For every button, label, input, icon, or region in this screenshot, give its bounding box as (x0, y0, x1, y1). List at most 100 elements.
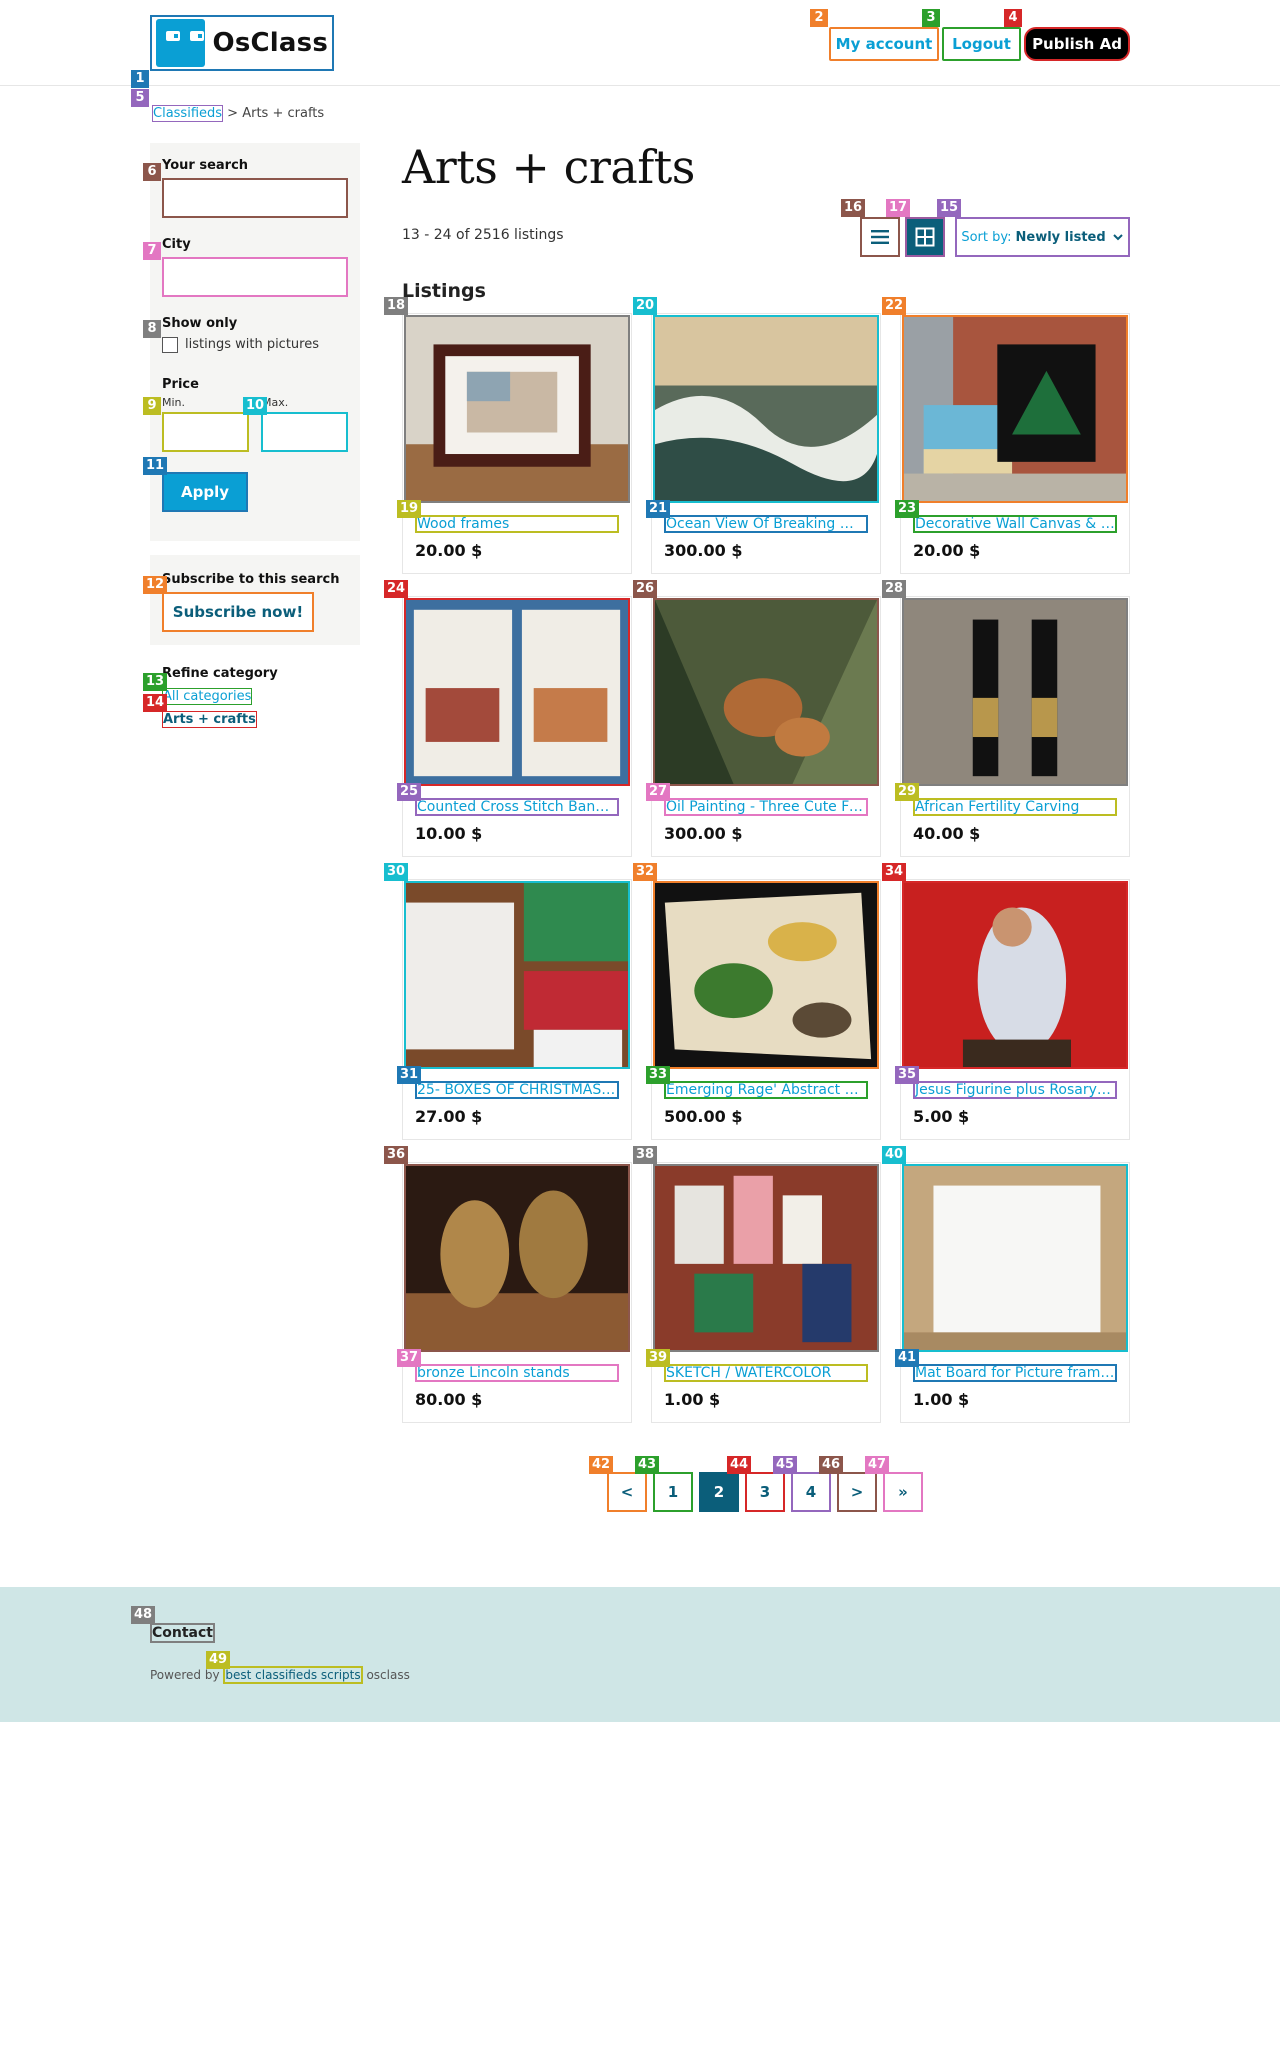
marker-badge: 46 (819, 1456, 844, 1474)
listing-price: 500.00 $ (664, 1107, 743, 1126)
listing-image[interactable] (404, 598, 630, 786)
price-max-input[interactable] (261, 412, 348, 452)
result-count: 13 - 24 of 2516 listings (402, 227, 564, 243)
all-categories-link[interactable]: All categories (162, 688, 253, 705)
pagination-page-3[interactable]: 3 (745, 1472, 785, 1512)
breadcrumb-separator: > (227, 106, 239, 121)
grid-view-button[interactable] (905, 217, 945, 257)
pictures-only-label: listings with pictures (185, 337, 319, 352)
listing-title-link[interactable]: SKETCH / WATERCOLOR (664, 1364, 868, 1382)
marker-badge: 47 (865, 1456, 890, 1474)
subscribe-title: Subscribe to this search (162, 572, 340, 587)
marker-badge: 19 (397, 500, 422, 518)
sort-value: Newly listed (1015, 229, 1106, 245)
listing-title-link[interactable]: 25- BOXES OF CHRISTMAS CARDS (415, 1081, 619, 1099)
marker-badge: 14 (143, 694, 168, 712)
pictures-only-checkbox[interactable] (162, 337, 178, 353)
listing-image[interactable] (404, 1164, 630, 1352)
marker-badge: 2 (810, 9, 828, 27)
listing-price: 80.00 $ (415, 1390, 483, 1409)
listing-image[interactable] (902, 1164, 1128, 1352)
powered-by-link[interactable]: best classifieds scripts (223, 1666, 363, 1684)
listing-title-link[interactable]: Oil Painting - Three Cute Foxes (664, 798, 868, 816)
listing-title-link[interactable]: bronze Lincoln stands (415, 1364, 619, 1382)
subscribe-now-button[interactable]: Subscribe now! (162, 592, 314, 632)
footer-contact-link[interactable]: Contact (150, 1623, 215, 1643)
listing-image[interactable] (653, 881, 879, 1069)
pagination-page-2-current: 2 (699, 1472, 739, 1512)
my-account-button[interactable]: My account (829, 27, 939, 61)
marker-badge: 26 (633, 580, 658, 598)
listing-image[interactable] (902, 881, 1128, 1069)
listing-image[interactable] (653, 315, 879, 503)
listing-price: 1.00 $ (664, 1390, 721, 1409)
pagination-last[interactable]: » (883, 1472, 923, 1512)
marker-badge: 25 (397, 783, 422, 801)
marker-badge: 45 (773, 1456, 798, 1474)
listing-price: 300.00 $ (664, 541, 743, 560)
listing-image[interactable] (404, 315, 630, 503)
page-title: Arts + crafts (402, 140, 695, 194)
listing-card: Wood frames 20.00 $ (402, 313, 632, 574)
listing-price: 300.00 $ (664, 824, 743, 843)
marker-badge: 42 (589, 1456, 614, 1474)
marker-badge: 33 (646, 1066, 671, 1084)
listing-title-link[interactable]: Counted Cross Stitch Banners (415, 798, 619, 816)
pagination-page-1[interactable]: 1 (653, 1472, 693, 1512)
marker-badge: 1 (131, 70, 149, 88)
city-input[interactable] (162, 257, 348, 297)
listing-price: 40.00 $ (913, 824, 981, 843)
chevron-down-icon (1112, 234, 1123, 241)
marker-badge: 49 (206, 1651, 231, 1669)
listing-image[interactable] (902, 598, 1128, 786)
listing-card: Mat Board for Picture framing 1.00 $ (900, 1162, 1130, 1423)
marker-badge: 18 (384, 297, 409, 315)
marker-badge: 13 (143, 673, 168, 691)
list-view-button[interactable] (860, 217, 900, 257)
listing-card: Ocean View Of Breaking Waves 300.00 $ (651, 313, 881, 574)
marker-badge: 22 (882, 297, 907, 315)
breadcrumb-current: Arts + crafts (242, 106, 325, 121)
listing-image[interactable] (902, 315, 1128, 503)
listing-card: 25- BOXES OF CHRISTMAS CARDS 27.00 $ (402, 879, 632, 1140)
marker-badge: 8 (143, 320, 161, 338)
site-logo[interactable]: OsClass (150, 15, 334, 71)
listing-title-link[interactable]: Wood frames (415, 515, 619, 533)
footer-powered-by: Powered by best classifieds scripts oscl… (150, 1666, 410, 1684)
listing-image[interactable] (653, 598, 879, 786)
marker-badge: 35 (895, 1066, 920, 1084)
marker-badge: 30 (384, 863, 409, 881)
listing-image[interactable] (653, 1164, 879, 1352)
listing-title-link[interactable]: Emerging Rage' Abstract Painting (664, 1081, 868, 1099)
listing-card: Decorative Wall Canvas & Lights 20.00 $ (900, 313, 1130, 574)
listing-title-link[interactable]: Decorative Wall Canvas & Lights (913, 515, 1117, 533)
publish-ad-button[interactable]: Publish Ad (1024, 27, 1130, 61)
price-min-label: Min. (162, 396, 186, 409)
breadcrumb-classifieds-link[interactable]: Classifieds (152, 105, 224, 122)
sort-dropdown[interactable]: Sort by: Newly listed (955, 217, 1130, 257)
listing-price: 27.00 $ (415, 1107, 483, 1126)
marker-badge: 32 (633, 863, 658, 881)
pagination-next[interactable]: > (837, 1472, 877, 1512)
marker-badge: 37 (397, 1349, 422, 1367)
marker-badge: 24 (384, 580, 409, 598)
listing-title-link[interactable]: Ocean View Of Breaking Waves (664, 515, 868, 533)
listing-title-link[interactable]: Mat Board for Picture framing (913, 1364, 1117, 1382)
listing-card: African Fertility Carving 40.00 $ (900, 596, 1130, 857)
listing-card: Oil Painting - Three Cute Foxes 300.00 $ (651, 596, 881, 857)
pagination-prev[interactable]: < (607, 1472, 647, 1512)
marker-badge: 7 (143, 242, 161, 260)
price-min-input[interactable] (162, 412, 249, 452)
current-category-link[interactable]: Arts + crafts (162, 711, 257, 728)
listing-title-link[interactable]: Jesus Figurine plus Rosary Beads (913, 1081, 1117, 1099)
marker-badge: 43 (635, 1456, 660, 1474)
logout-button[interactable]: Logout (942, 27, 1021, 61)
listing-title-link[interactable]: African Fertility Carving (913, 798, 1117, 816)
marker-badge: 6 (143, 163, 161, 181)
listing-image[interactable] (404, 881, 630, 1069)
your-search-input[interactable] (162, 178, 348, 218)
marker-badge: 20 (633, 297, 658, 315)
logo-mark-icon (156, 19, 205, 67)
pagination-page-4[interactable]: 4 (791, 1472, 831, 1512)
apply-filters-button[interactable]: Apply (162, 472, 248, 512)
